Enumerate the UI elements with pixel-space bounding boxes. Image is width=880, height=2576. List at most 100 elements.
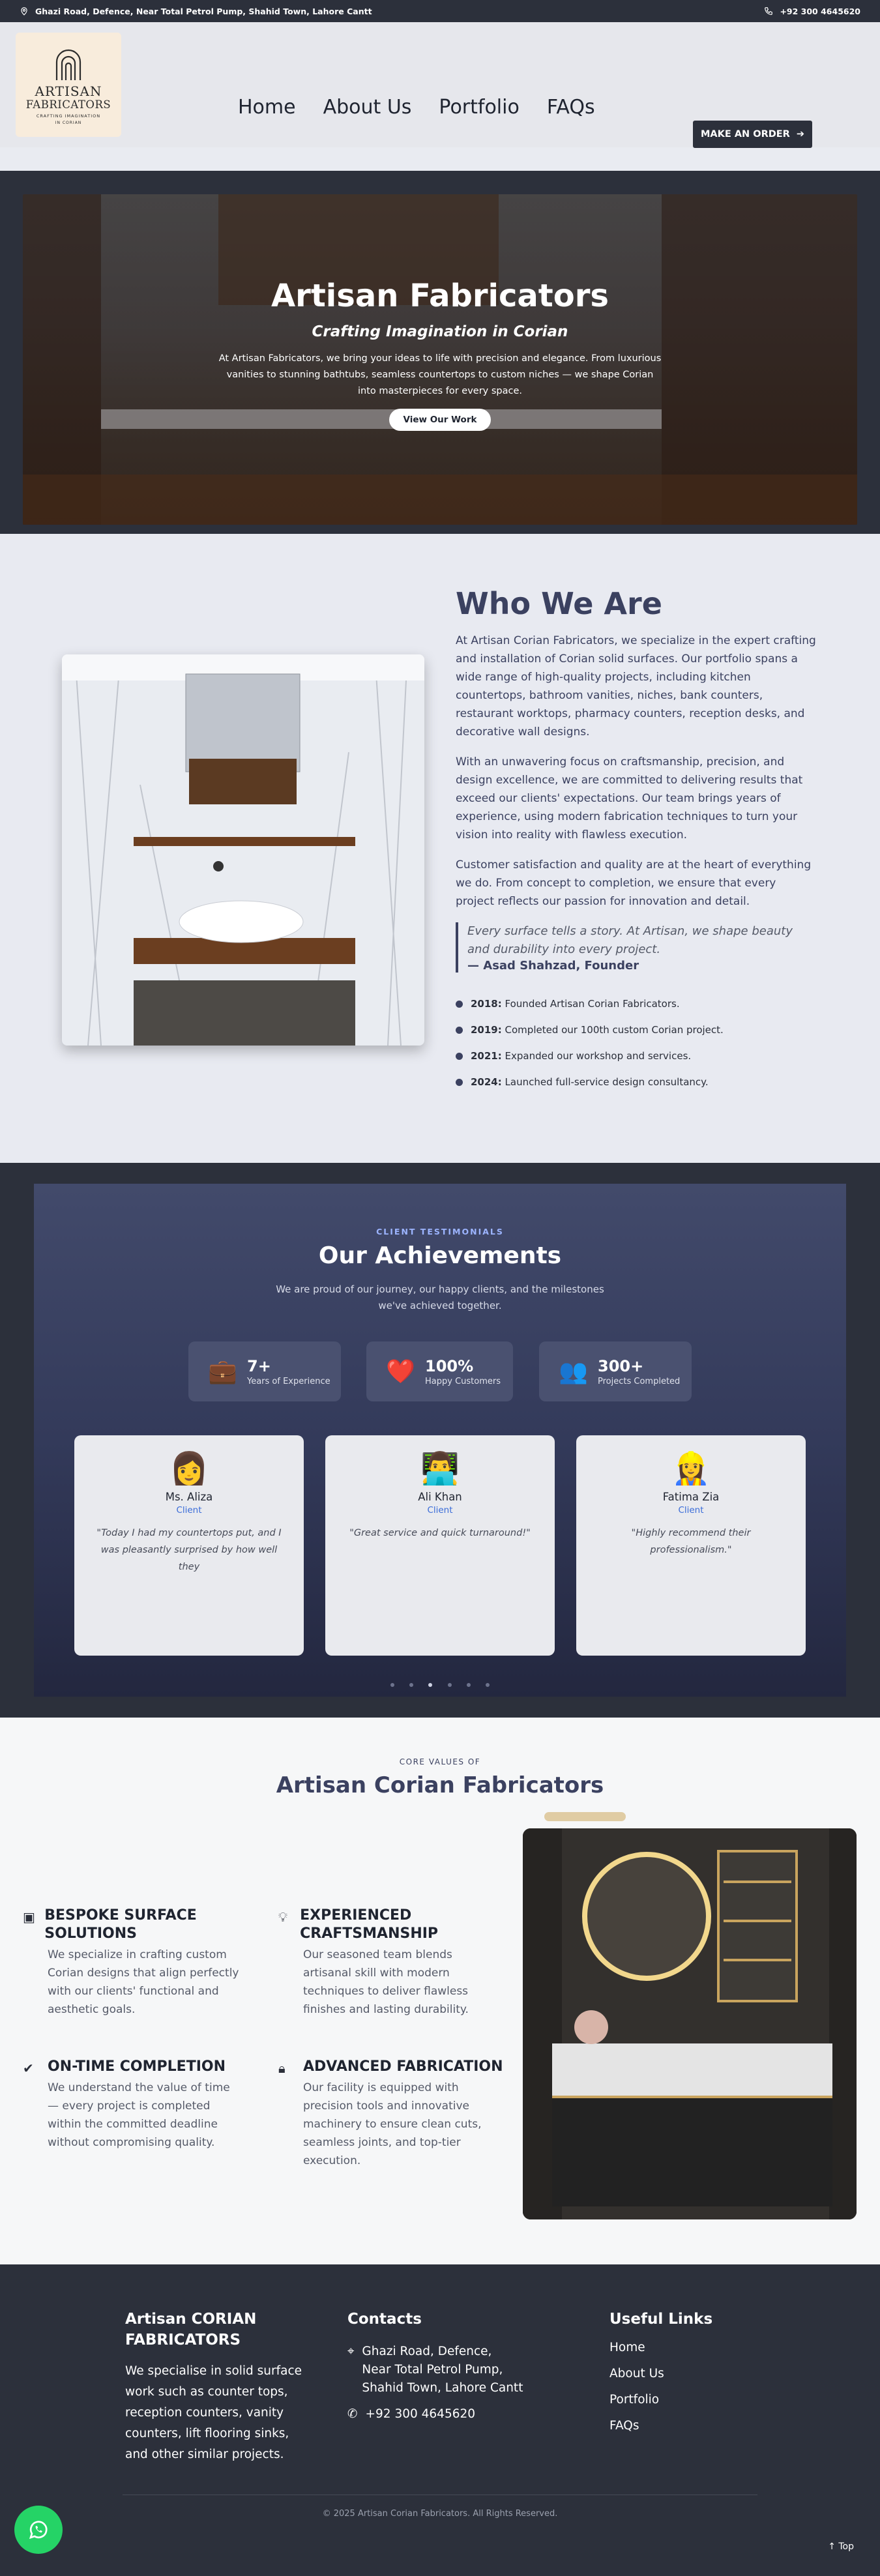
make-order-button[interactable]: MAKE AN ORDER ➔	[693, 121, 812, 148]
whatsapp-button[interactable]	[14, 2506, 63, 2554]
lightbulb-icon: 💡︎	[278, 1909, 287, 1925]
quote-text: Every surface tells a story. At Artisan,…	[467, 924, 793, 956]
footer-link-portfolio[interactable]: Portfolio	[609, 2387, 740, 2413]
value-craftsmanship: 💡︎ EXPERIENCED CRAFTSMANSHIP Our seasoned…	[278, 1907, 503, 2019]
avatar-man-laptop-icon: 👨‍💻	[420, 1450, 460, 1487]
footer-brand-title: Artisan CORIAN FABRICATORS	[125, 2311, 257, 2349]
stat-label: Projects Completed	[598, 1376, 681, 1386]
decorative-tag	[544, 1812, 626, 1821]
footer-link-faqs[interactable]: FAQs	[609, 2413, 740, 2439]
timeline-year: 2021:	[471, 1050, 502, 1062]
footer-address-text: Ghazi Road, Defence, Near Total Petrol P…	[362, 2345, 523, 2395]
stat-number: 100%	[425, 1356, 474, 1375]
achievements-panel: CLIENT TESTIMONIALS Our Achievements We …	[34, 1184, 846, 1697]
footer-contacts: Contacts ⌖ Ghazi Road, Defence, Near Tota…	[347, 2309, 523, 2423]
who-paragraph-1: At Artisan Corian Fabricators, we specia…	[456, 634, 816, 739]
carousel-dot-active[interactable]	[428, 1683, 433, 1687]
briefcase-icon: 💼	[208, 1358, 237, 1385]
nav-about-us[interactable]: About Us	[323, 96, 412, 119]
top-bar: Ghazi Road, Defence, Near Total Petrol P…	[0, 0, 880, 22]
carousel-dot[interactable]	[409, 1683, 414, 1687]
carousel-dot[interactable]	[447, 1683, 452, 1687]
bathroom-vanity-image	[62, 654, 424, 1046]
nav-faqs[interactable]: FAQs	[547, 96, 595, 119]
quote-author: — Asad Shahzad, Founder	[467, 959, 639, 973]
topbar-phone[interactable]: +92 300 4645620	[764, 7, 860, 16]
timeline-year: 2018:	[471, 998, 502, 1010]
footer-phone-text: +92 300 4645620	[365, 2407, 476, 2421]
testimonial-card: 👨‍💻 Ali Khan Client "Great service and q…	[325, 1435, 555, 1656]
logo-line3: CRAFTING IMAGINATION	[36, 113, 101, 119]
copyright: © 2025 Artisan Corian Fabricators. All R…	[322, 2509, 558, 2519]
carousel-dot[interactable]	[485, 1683, 490, 1687]
footer-link-home[interactable]: Home	[609, 2335, 740, 2361]
timeline-item: 2024: Launched full-service design consu…	[456, 1069, 817, 1095]
testimonial-card: 👷‍♀️ Fatima Zia Client "Highly recommend…	[576, 1435, 806, 1656]
make-order-label: MAKE AN ORDER	[701, 129, 790, 139]
timeline-text: Founded Artisan Corian Fabricators.	[505, 998, 680, 1010]
hero-title: Artisan Fabricators	[271, 278, 609, 314]
testimonial-name: Fatima Zia	[662, 1491, 720, 1503]
who-we-are-section: Who We Are At Artisan Corian Fabricators…	[0, 534, 880, 1163]
back-to-top-link[interactable]: ↑ Top	[828, 2541, 854, 2552]
location-pin-icon	[21, 7, 27, 16]
timeline-item: 2021: Expanded our workshop and services…	[456, 1043, 817, 1069]
hero-banner: Artisan Fabricators Crafting Imagination…	[23, 194, 857, 525]
testimonial-role: Client	[176, 1505, 202, 1515]
nav-home[interactable]: Home	[238, 96, 296, 119]
phone-icon	[765, 7, 773, 15]
stat-label: Happy Customers	[425, 1376, 501, 1386]
achievements-subtitle: We are proud of our journey, our happy c…	[34, 1281, 846, 1314]
hero-description: At Artisan Fabricators, we bring your id…	[218, 353, 662, 396]
achievements-title: Our Achievements	[318, 1242, 562, 1269]
vanity-mirror-illustration	[523, 1828, 857, 2219]
vanity-illustration	[62, 654, 424, 1046]
view-work-button[interactable]: View Our Work	[389, 409, 491, 431]
phone-icon: ✆	[347, 2407, 358, 2421]
value-on-time: ✔ ON-TIME COMPLETION We understand the va…	[23, 2058, 244, 2152]
testimonial-name: Ms. Aliza	[165, 1491, 213, 1503]
testimonial-role: Client	[678, 1505, 704, 1515]
who-paragraph-2: With an unwavering focus on craftsmanshi…	[456, 755, 803, 842]
logo[interactable]: ARTISAN FABRICATORS CRAFTING IMAGINATION…	[16, 33, 121, 137]
timeline-text: Expanded our workshop and services.	[505, 1050, 692, 1062]
carousel-dot[interactable]	[390, 1683, 395, 1687]
timeline-item: 2019: Completed our 100th custom Corian …	[456, 1017, 817, 1043]
core-eyebrow: CORE VALUES OF	[399, 1757, 481, 1766]
who-we-are-text: Who We Are At Artisan Corian Fabricators…	[456, 586, 817, 1095]
value-advanced: 🔒︎ ADVANCED FABRICATION Our facility is e…	[278, 2058, 503, 2170]
carousel-dots	[34, 1677, 846, 1690]
vanity-mirror-image	[523, 1828, 857, 2219]
stat-projects: 👥 300+ Projects Completed	[539, 1341, 692, 1401]
arrow-right-icon: ➔	[796, 129, 804, 139]
topbar-address-text: Ghazi Road, Defence, Near Total Petrol P…	[35, 6, 372, 16]
testimonial-role: Client	[427, 1505, 453, 1515]
core-title: Artisan Corian Fabricators	[276, 1772, 604, 1798]
stat-label: Years of Experience	[247, 1376, 330, 1386]
stat-customers: ❤️ 100% Happy Customers	[366, 1341, 513, 1401]
site-header: ARTISAN FABRICATORS CRAFTING IMAGINATION…	[0, 22, 880, 148]
achievements-section: CLIENT TESTIMONIALS Our Achievements We …	[0, 1163, 880, 1718]
testimonial-card: 👩 Ms. Aliza Client "Today I had my count…	[74, 1435, 304, 1656]
testimonial-text: "Today I had my countertops put, and I w…	[96, 1528, 282, 1572]
whatsapp-icon	[29, 2521, 48, 2539]
footer-links: Useful Links Home About Us Portfolio FAQ…	[609, 2309, 740, 2439]
timeline-text: Launched full-service design consultancy…	[505, 1076, 709, 1088]
contacts-title: Contacts	[347, 2311, 422, 2328]
avatar-woman-icon: 👩	[169, 1450, 209, 1487]
value-title: EXPERIENCED CRAFTSMANSHIP	[300, 1907, 439, 1942]
nav-portfolio[interactable]: Portfolio	[439, 96, 519, 119]
who-title: Who We Are	[456, 586, 662, 621]
value-title: ADVANCED FABRICATION	[303, 2058, 503, 2075]
arch-logo-icon	[55, 49, 81, 80]
carousel-dot[interactable]	[466, 1683, 471, 1687]
value-text: We understand the value of time — every …	[48, 2081, 230, 2149]
value-text: We specialize in crafting custom Corian …	[48, 1948, 239, 2016]
footer-brand: Artisan CORIAN FABRICATORS We specialise…	[125, 2309, 314, 2465]
stat-number: 7+	[247, 1356, 271, 1375]
hero-subtitle: Crafting Imagination in Corian	[312, 323, 568, 340]
who-paragraph-3: Customer satisfaction and quality are at…	[456, 858, 812, 908]
footer-phone[interactable]: ✆ +92 300 4645620	[347, 2405, 523, 2423]
timeline: 2018: Founded Artisan Corian Fabricators…	[456, 991, 817, 1095]
footer-link-about-us[interactable]: About Us	[609, 2361, 740, 2387]
